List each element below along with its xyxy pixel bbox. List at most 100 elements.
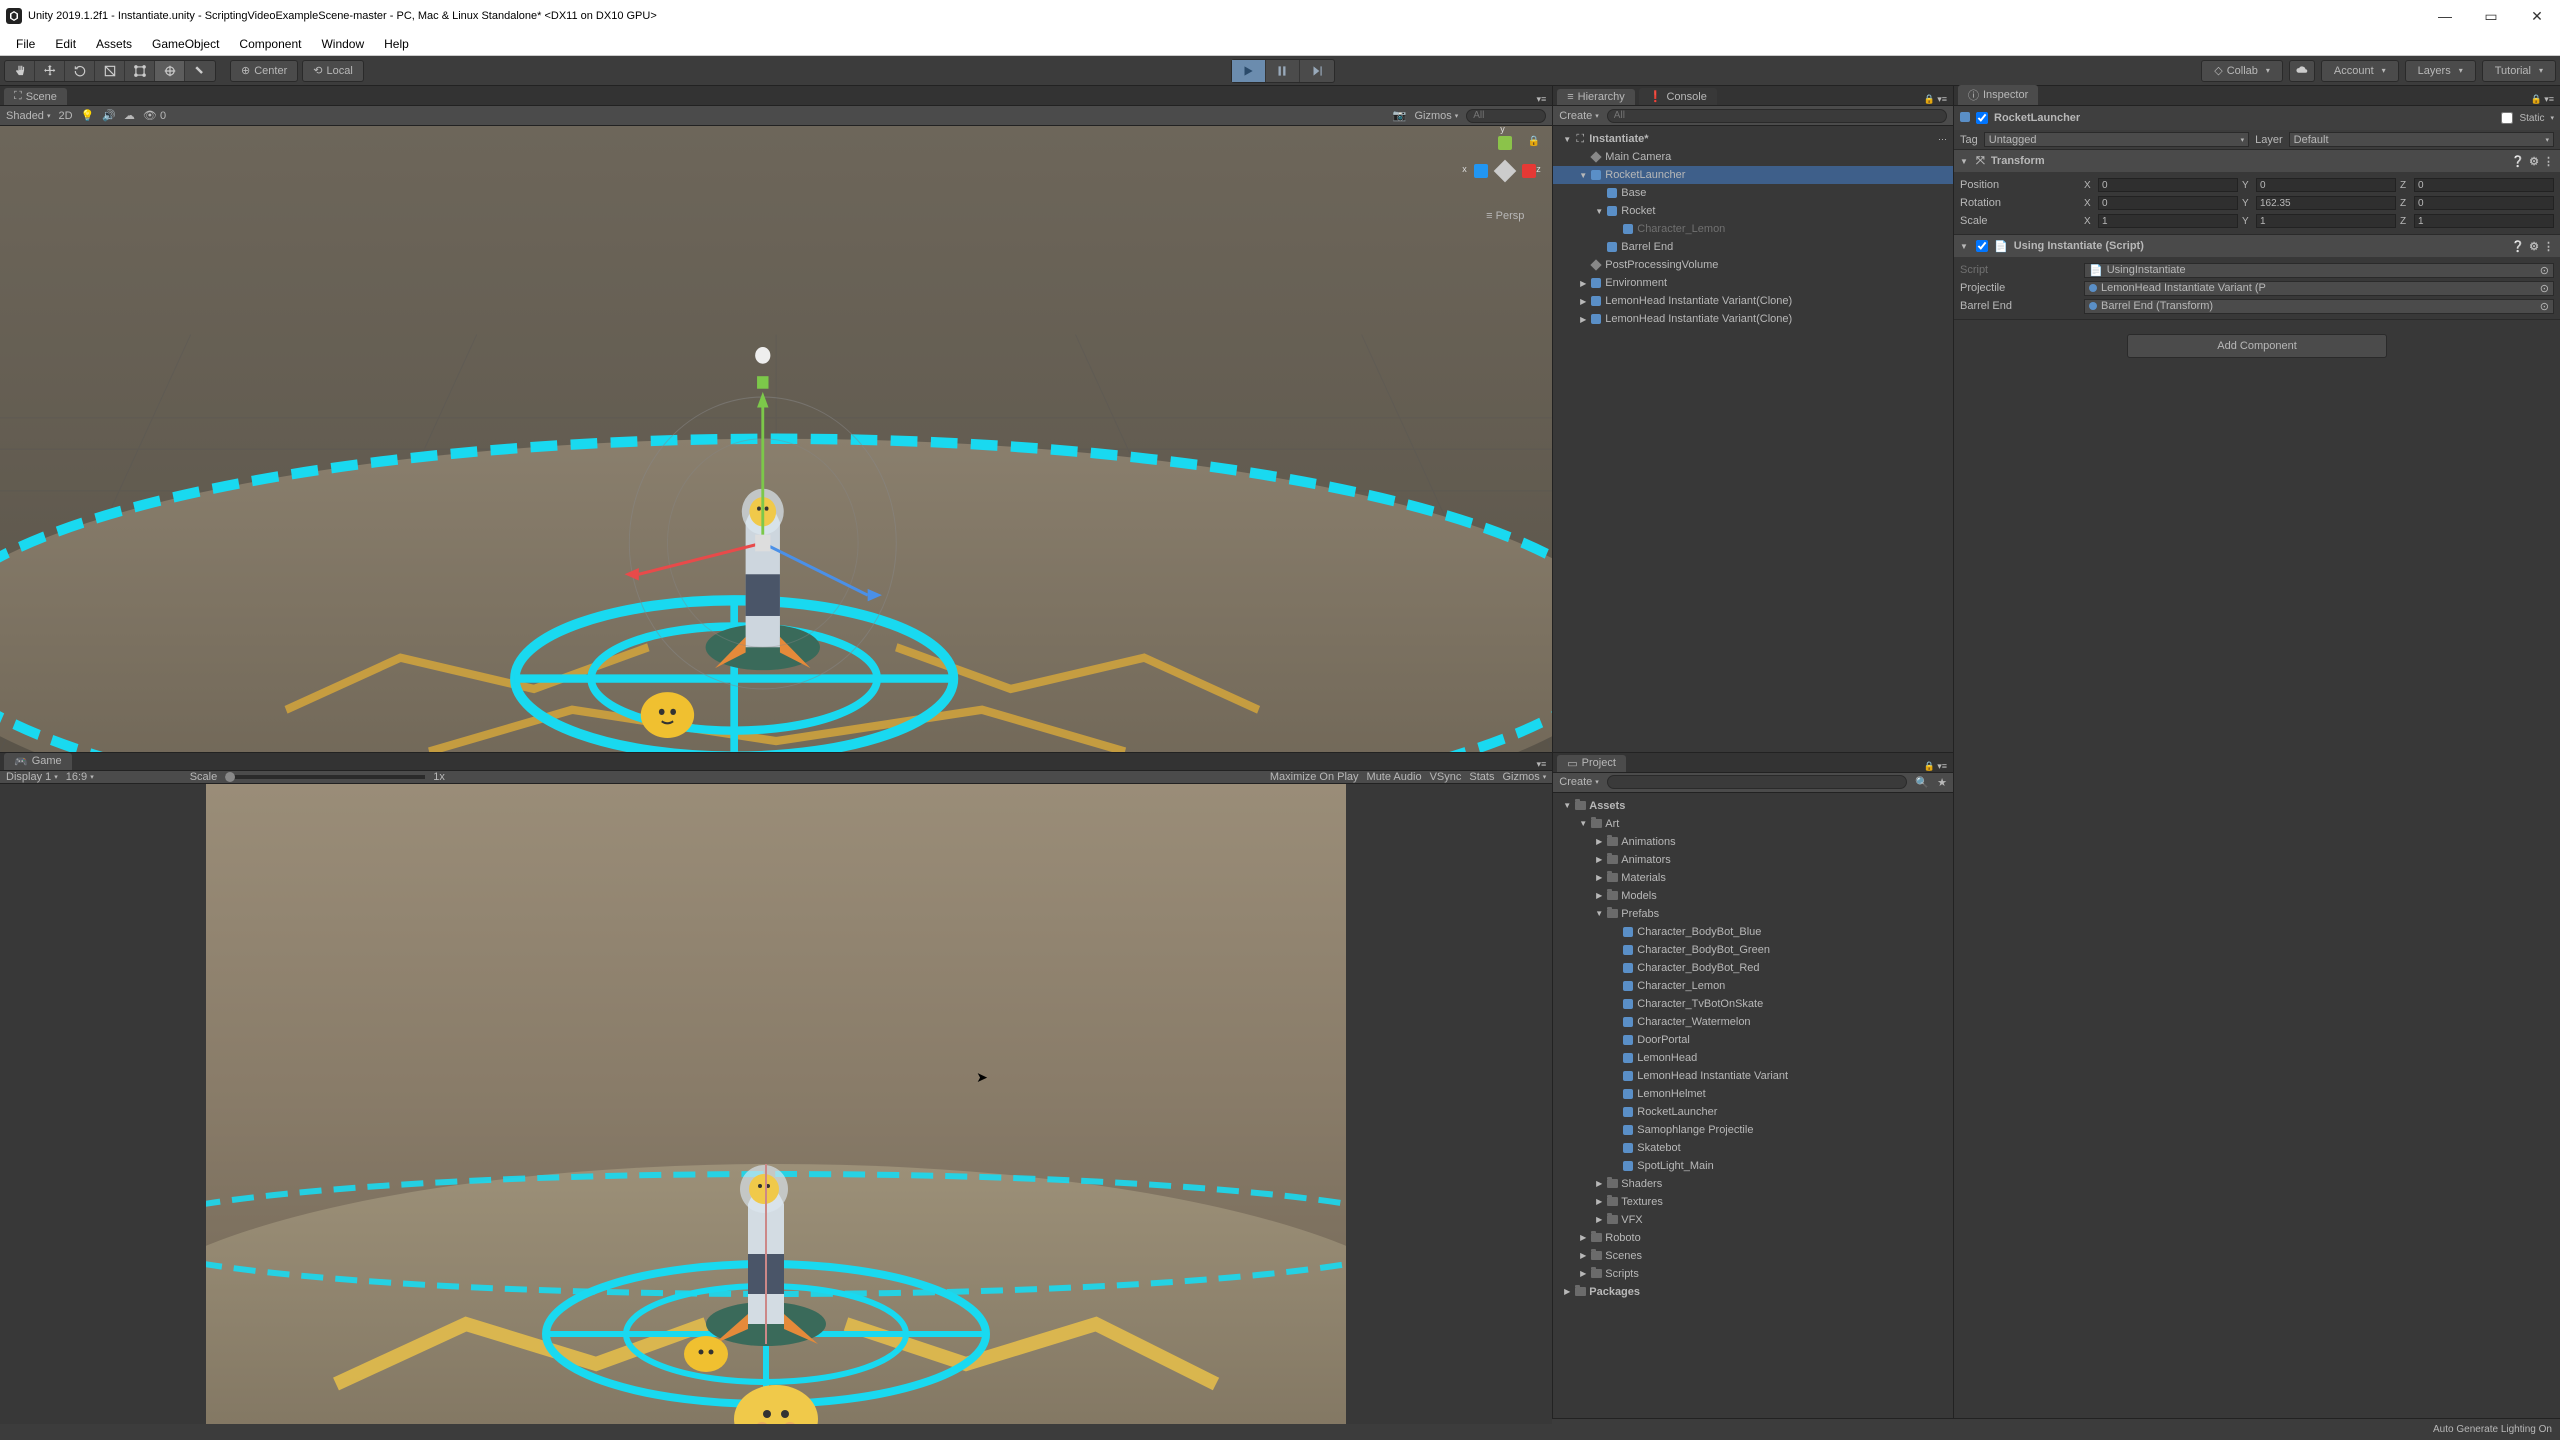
scale-tool[interactable]	[95, 61, 125, 81]
rotation-y[interactable]	[2256, 196, 2396, 210]
layers-dropdown[interactable]: Layers▾	[2405, 60, 2476, 82]
projection-label[interactable]: ≡ Persp	[1470, 210, 1540, 222]
rect-tool[interactable]	[125, 61, 155, 81]
close-button[interactable]: ✕	[2528, 7, 2546, 25]
barrel-end-field[interactable]: Barrel End (Transform)⊙	[2084, 299, 2554, 314]
hierarchy-item[interactable]: Base	[1553, 184, 1953, 202]
collab-dropdown[interactable]: ◇Collab▾	[2201, 60, 2283, 82]
project-item[interactable]: ▶Roboto	[1553, 1229, 1953, 1247]
scene-hidden-icon[interactable]: 👁 0	[143, 109, 166, 122]
console-tab[interactable]: ❗Console	[1639, 88, 1717, 105]
game-aspect-dropdown[interactable]: 16:9 ▾	[66, 771, 94, 783]
game-view[interactable]: ➤	[0, 784, 1552, 1424]
game-mute-toggle[interactable]: Mute Audio	[1367, 771, 1422, 783]
project-item[interactable]: ▶Textures	[1553, 1193, 1953, 1211]
game-display-dropdown[interactable]: Display 1 ▾	[6, 771, 58, 783]
scale-y[interactable]	[2256, 214, 2396, 228]
project-item[interactable]: LemonHelmet	[1553, 1085, 1953, 1103]
menu-window[interactable]: Window	[311, 37, 374, 51]
project-item[interactable]: SpotLight_Main	[1553, 1157, 1953, 1175]
project-item[interactable]: Character_Lemon	[1553, 977, 1953, 995]
minimize-button[interactable]: —	[2436, 7, 2454, 25]
position-x[interactable]	[2098, 178, 2238, 192]
game-stats-toggle[interactable]: Stats	[1469, 771, 1494, 783]
scene-camera-icon[interactable]: 📷	[1393, 109, 1407, 122]
script-field[interactable]: 📄UsingInstantiate⊙	[2084, 263, 2554, 278]
hierarchy-item[interactable]: ▶LemonHead Instantiate Variant(Clone)	[1553, 292, 1953, 310]
inspector-tab[interactable]: ⓘInspector	[1958, 85, 2038, 105]
component-menu-icon[interactable]: ⋮	[2543, 240, 2554, 253]
scene-orientation-gizmo[interactable]: 🔒 y x z ≡ Persp	[1470, 136, 1540, 222]
project-item[interactable]: ▼Assets	[1553, 797, 1953, 815]
project-item[interactable]: ▶VFX	[1553, 1211, 1953, 1229]
project-item[interactable]: ▼Art	[1553, 815, 1953, 833]
hierarchy-scene-row[interactable]: ▼⛶Instantiate* ⋯	[1553, 130, 1953, 148]
pivot-local-toggle[interactable]: ⟲Local	[302, 60, 364, 82]
project-search[interactable]	[1607, 775, 1908, 789]
hierarchy-tree[interactable]: ▼⛶Instantiate* ⋯ Main Camera▼RocketLaunc…	[1553, 126, 1953, 752]
scene-context-icon[interactable]: ⋯	[1938, 134, 1947, 145]
transform-tool[interactable]	[155, 61, 185, 81]
component-menu-icon[interactable]: ⋮	[2543, 155, 2554, 168]
project-item[interactable]: ▶Packages	[1553, 1283, 1953, 1301]
tag-dropdown[interactable]: Untagged▾	[1984, 132, 2249, 147]
project-tree[interactable]: ▼Assets▼Art▶Animations▶Animators▶Materia…	[1553, 793, 1953, 1419]
lighting-status[interactable]: Auto Generate Lighting On	[2433, 1424, 2552, 1435]
scene-panel-menu[interactable]: ▾≡	[1536, 94, 1552, 105]
hierarchy-item[interactable]: ▶LemonHead Instantiate Variant(Clone)	[1553, 310, 1953, 328]
hand-tool[interactable]	[5, 61, 35, 81]
menu-help[interactable]: Help	[374, 37, 419, 51]
project-item[interactable]: Character_TvBotOnSkate	[1553, 995, 1953, 1013]
project-favorite-icon[interactable]: ★	[1937, 776, 1947, 789]
inspector-panel-menu[interactable]: 🔒 ▾≡	[2531, 94, 2560, 105]
project-item[interactable]: Character_BodyBot_Blue	[1553, 923, 1953, 941]
script-enabled-checkbox[interactable]	[1976, 240, 1988, 252]
menu-gameobject[interactable]: GameObject	[142, 37, 229, 51]
project-panel-menu[interactable]: 🔒 ▾≡	[1924, 761, 1953, 772]
projectile-field[interactable]: LemonHead Instantiate Variant (P⊙	[2084, 281, 2554, 296]
game-scale-slider[interactable]	[225, 775, 425, 779]
project-filter-icon[interactable]: 🔍	[1915, 776, 1929, 789]
rotate-tool[interactable]	[65, 61, 95, 81]
hierarchy-item[interactable]: Character_Lemon	[1553, 220, 1953, 238]
project-item[interactable]: LemonHead	[1553, 1049, 1953, 1067]
layer-dropdown[interactable]: Default▾	[2289, 132, 2554, 147]
position-y[interactable]	[2256, 178, 2396, 192]
menu-file[interactable]: File	[6, 37, 45, 51]
component-help-icon[interactable]: ❔	[2511, 155, 2525, 168]
cloud-icon[interactable]	[2289, 60, 2315, 82]
move-tool[interactable]	[35, 61, 65, 81]
menu-assets[interactable]: Assets	[86, 37, 142, 51]
project-item[interactable]: ▶Scenes	[1553, 1247, 1953, 1265]
project-create-dropdown[interactable]: Create ▾	[1559, 776, 1599, 788]
project-item[interactable]: Character_BodyBot_Red	[1553, 959, 1953, 977]
scene-tab[interactable]: ⛶Scene	[4, 88, 67, 105]
hierarchy-item[interactable]: ▶Environment	[1553, 274, 1953, 292]
position-z[interactable]	[2414, 178, 2554, 192]
layout-dropdown[interactable]: Tutorial▾	[2482, 60, 2556, 82]
hierarchy-search[interactable]	[1607, 109, 1947, 123]
scene-shading-dropdown[interactable]: Shaded ▾	[6, 110, 50, 122]
component-settings-icon[interactable]: ⚙	[2529, 155, 2539, 168]
project-tab[interactable]: ▭Project	[1557, 755, 1626, 772]
component-settings-icon[interactable]: ⚙	[2529, 240, 2539, 253]
hierarchy-item[interactable]: PostProcessingVolume	[1553, 256, 1953, 274]
scale-x[interactable]	[2098, 214, 2238, 228]
scene-2d-toggle[interactable]: 2D	[58, 110, 72, 122]
project-item[interactable]: LemonHead Instantiate Variant	[1553, 1067, 1953, 1085]
project-item[interactable]: ▼Prefabs	[1553, 905, 1953, 923]
scale-z[interactable]	[2414, 214, 2554, 228]
hierarchy-create-dropdown[interactable]: Create ▾	[1559, 110, 1599, 122]
project-item[interactable]: Character_BodyBot_Green	[1553, 941, 1953, 959]
project-item[interactable]: RocketLauncher	[1553, 1103, 1953, 1121]
game-vsync-toggle[interactable]: VSync	[1430, 771, 1462, 783]
scene-search[interactable]	[1466, 109, 1546, 123]
project-item[interactable]: Character_Watermelon	[1553, 1013, 1953, 1031]
static-dropdown-icon[interactable]: ▾	[2550, 114, 2554, 122]
scene-audio-icon[interactable]: 🔊	[102, 109, 116, 122]
account-dropdown[interactable]: Account▾	[2321, 60, 2399, 82]
project-item[interactable]: ▶Animators	[1553, 851, 1953, 869]
project-item[interactable]: Skatebot	[1553, 1139, 1953, 1157]
pause-button[interactable]	[1266, 60, 1300, 82]
rotation-x[interactable]	[2098, 196, 2238, 210]
